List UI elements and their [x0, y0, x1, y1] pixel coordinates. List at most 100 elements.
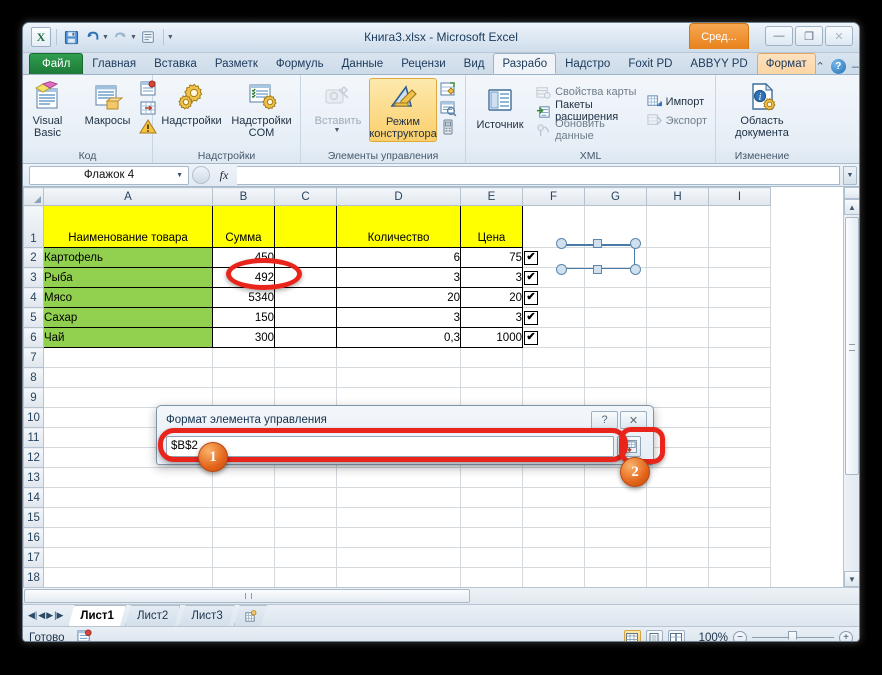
- cell-c18[interactable]: [275, 568, 337, 588]
- chevron-down-icon[interactable]: ▼: [176, 172, 183, 179]
- cell-g2[interactable]: [585, 248, 647, 268]
- cell-a1[interactable]: Наименование товара: [44, 206, 213, 248]
- cell-f17[interactable]: [523, 548, 585, 568]
- collapse-ribbon-icon[interactable]: ⌃: [816, 60, 825, 73]
- vertical-scrollbar[interactable]: ▲ ▼: [843, 187, 859, 587]
- row-header-7[interactable]: 7: [24, 348, 44, 368]
- cell-e1[interactable]: Цена: [461, 206, 523, 248]
- cell-d8[interactable]: [337, 368, 461, 388]
- column-header-i[interactable]: I: [709, 188, 771, 206]
- cell-a5[interactable]: Сахар: [44, 308, 213, 328]
- document-panel-button[interactable]: i Область документа: [728, 78, 796, 140]
- worksheet-grid[interactable]: A B C D E F G H I 1 Наименование товара: [23, 187, 843, 587]
- cell-f18[interactable]: [523, 568, 585, 588]
- import-item[interactable]: Импорт: [645, 92, 709, 111]
- tab-review[interactable]: Рецензи: [392, 53, 454, 74]
- row-header-1[interactable]: 1: [24, 206, 44, 248]
- cell-i2[interactable]: [709, 248, 771, 268]
- cell-e5[interactable]: 3: [461, 308, 523, 328]
- cell-b18[interactable]: [213, 568, 275, 588]
- cell-a4[interactable]: Мясо: [44, 288, 213, 308]
- cell-d17[interactable]: [337, 548, 461, 568]
- cell-c17[interactable]: [275, 548, 337, 568]
- cell-h8[interactable]: [647, 368, 709, 388]
- cell-i9[interactable]: [709, 388, 771, 408]
- sheet-nav-last-icon[interactable]: |▶: [54, 610, 63, 621]
- column-header-a[interactable]: A: [44, 188, 213, 206]
- xml-source-button[interactable]: Источник: [472, 82, 528, 131]
- horizontal-scroll-thumb[interactable]: [24, 589, 470, 603]
- vertical-split-button[interactable]: [844, 187, 860, 199]
- cell-h1[interactable]: [647, 206, 709, 248]
- cell-d18[interactable]: [337, 568, 461, 588]
- macros-button[interactable]: Макросы: [79, 78, 137, 127]
- cell-d1[interactable]: Количество: [337, 206, 461, 248]
- row-header-17[interactable]: 17: [24, 548, 44, 568]
- ribbon-minimize-icon[interactable]: —: [852, 61, 860, 73]
- cell-g15[interactable]: [585, 508, 647, 528]
- row-header-16[interactable]: 16: [24, 528, 44, 548]
- help-icon[interactable]: ?: [831, 59, 846, 74]
- cell-c6[interactable]: [275, 328, 337, 348]
- tab-developer[interactable]: Разрабо: [493, 53, 556, 74]
- sheet-tab-list2[interactable]: Лист2: [125, 605, 180, 626]
- cell-f1[interactable]: [523, 206, 585, 248]
- row-header-9[interactable]: 9: [24, 388, 44, 408]
- column-header-f[interactable]: F: [523, 188, 585, 206]
- cell-h17[interactable]: [647, 548, 709, 568]
- tab-formulas[interactable]: Формуль: [267, 53, 333, 74]
- cell-i5[interactable]: [709, 308, 771, 328]
- cell-c1[interactable]: [275, 206, 337, 248]
- cell-e4[interactable]: 20: [461, 288, 523, 308]
- page-layout-view-icon[interactable]: [646, 630, 663, 642]
- cell-b13[interactable]: [213, 468, 275, 488]
- record-macro-status-icon[interactable]: [77, 629, 92, 643]
- cell-c16[interactable]: [275, 528, 337, 548]
- cell-e14[interactable]: [461, 488, 523, 508]
- sheet-nav-next-icon[interactable]: ▶: [46, 610, 53, 621]
- horizontal-scrollbar[interactable]: [23, 587, 859, 604]
- cell-d13[interactable]: [337, 468, 461, 488]
- cell-d2[interactable]: 6: [337, 248, 461, 268]
- cell-b5[interactable]: 150: [213, 308, 275, 328]
- cell-i17[interactable]: [709, 548, 771, 568]
- cell-e3[interactable]: 3: [461, 268, 523, 288]
- cell-a16[interactable]: [44, 528, 213, 548]
- checkbox-control-row4[interactable]: ✔: [524, 291, 538, 305]
- cell-e17[interactable]: [461, 548, 523, 568]
- cell-h6[interactable]: [647, 328, 709, 348]
- cell-h5[interactable]: [647, 308, 709, 328]
- checkbox-control-row3[interactable]: ✔: [524, 271, 538, 285]
- insert-control-button[interactable]: Вставить ▼: [309, 78, 367, 135]
- cell-f15[interactable]: [523, 508, 585, 528]
- cell-e6[interactable]: 1000: [461, 328, 523, 348]
- sheet-nav-prev-icon[interactable]: ◀: [38, 610, 45, 621]
- window-minimize-button[interactable]: —: [765, 26, 793, 46]
- cell-a18[interactable]: [44, 568, 213, 588]
- cell-c15[interactable]: [275, 508, 337, 528]
- cell-h2[interactable]: [647, 248, 709, 268]
- new-sheet-icon[interactable]: [234, 605, 267, 626]
- cell-f13[interactable]: [523, 468, 585, 488]
- checkbox-control-row5[interactable]: ✔: [524, 311, 538, 325]
- run-dialog-icon[interactable]: [439, 118, 457, 136]
- cell-b7[interactable]: [213, 348, 275, 368]
- cell-d14[interactable]: [337, 488, 461, 508]
- name-box[interactable]: Флажок 4 ▼: [29, 166, 189, 185]
- cancel-entry-icon[interactable]: [192, 166, 210, 184]
- cell-h3[interactable]: [647, 268, 709, 288]
- insert-control-dropdown-icon[interactable]: ▼: [334, 127, 341, 135]
- cell-b8[interactable]: [213, 368, 275, 388]
- design-mode-button[interactable]: Режим конструктора: [369, 78, 437, 142]
- cell-i16[interactable]: [709, 528, 771, 548]
- row-header-6[interactable]: 6: [24, 328, 44, 348]
- cell-e13[interactable]: [461, 468, 523, 488]
- cell-a14[interactable]: [44, 488, 213, 508]
- cell-f5[interactable]: ✔: [523, 308, 585, 328]
- cell-g17[interactable]: [585, 548, 647, 568]
- cell-i15[interactable]: [709, 508, 771, 528]
- row-header-8[interactable]: 8: [24, 368, 44, 388]
- cell-i4[interactable]: [709, 288, 771, 308]
- cell-h14[interactable]: [647, 488, 709, 508]
- sheet-tab-list1[interactable]: Лист1: [68, 605, 126, 626]
